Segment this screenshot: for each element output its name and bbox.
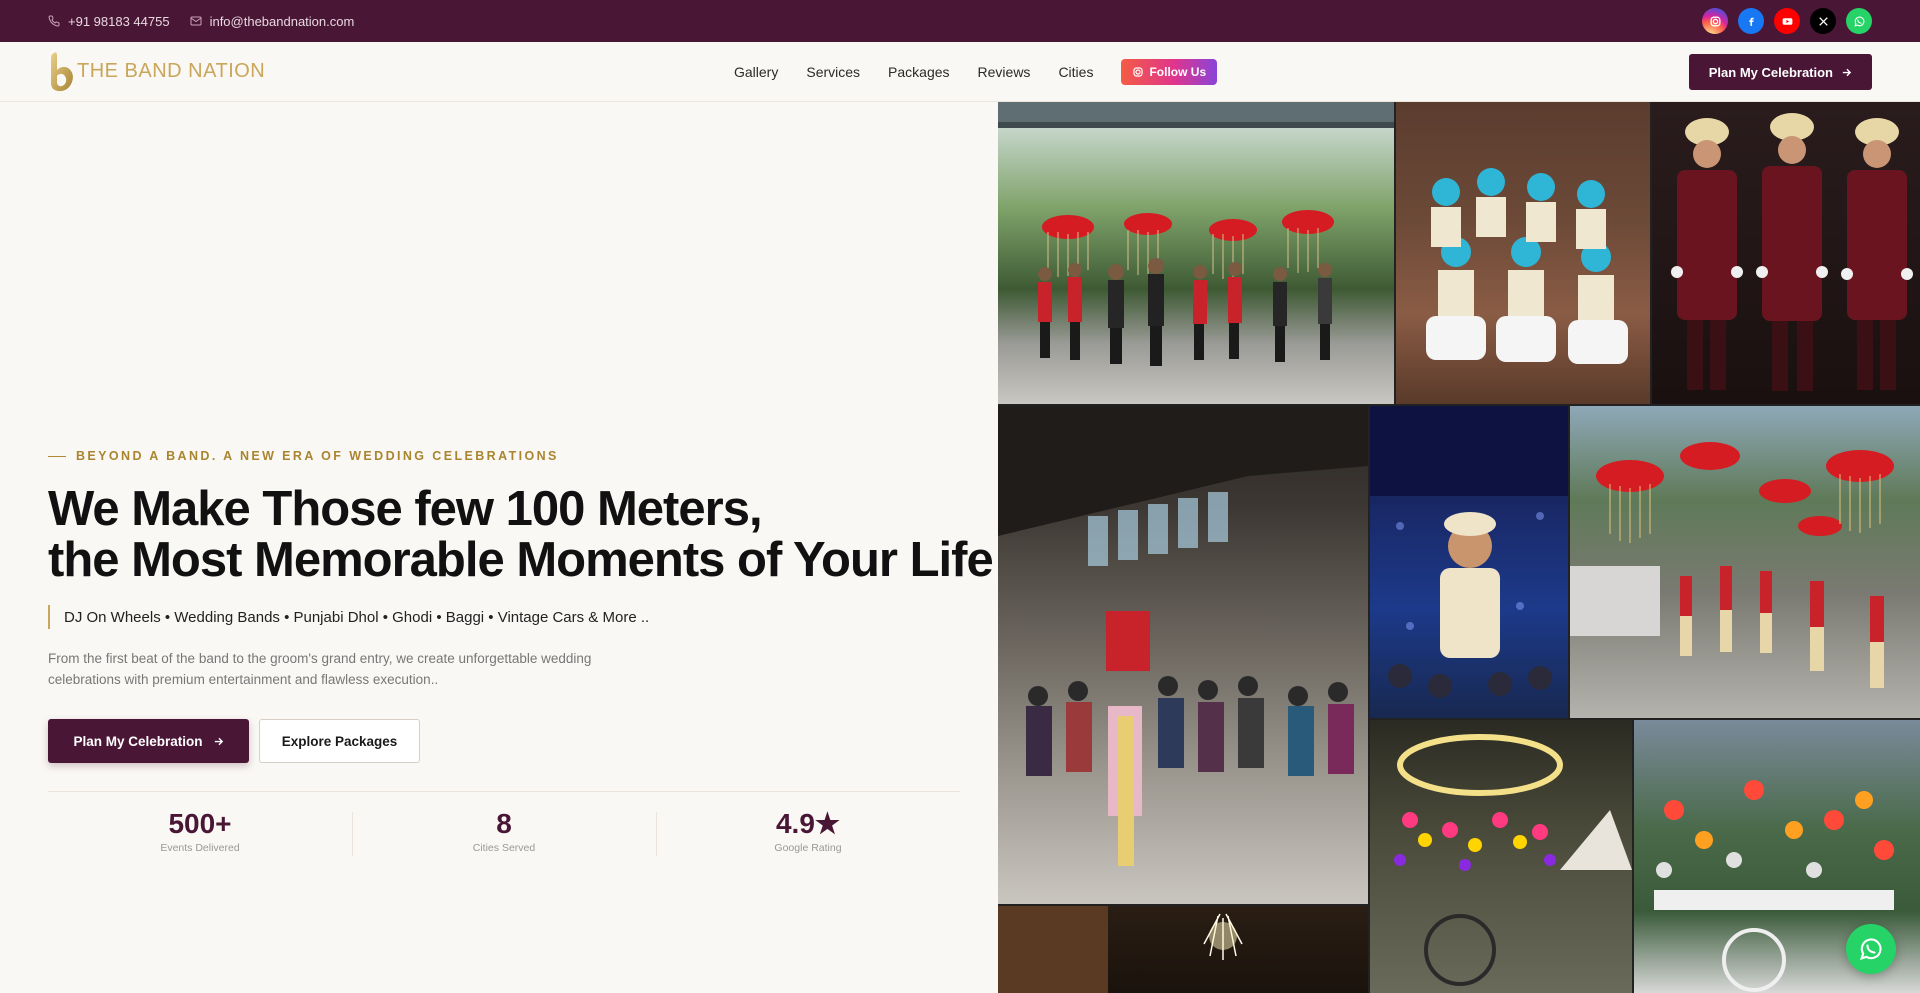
explore-packages-button[interactable]: Explore Packages [259,719,420,763]
nav-link-cities[interactable]: Cities [1058,64,1093,80]
photo-flower-cart [1370,720,1632,993]
main-navbar: THE BAND NATION Gallery Services Package… [0,42,1920,102]
logo-mark-icon [51,51,73,91]
photo-entrance-crowd [998,406,1368,904]
social-links [1702,8,1872,34]
brand-logo[interactable]: THE BAND NATION [48,50,265,94]
instagram-icon [1710,16,1720,26]
phone-contact[interactable]: +91 98183 44755 [48,14,170,29]
stats-row: 500+ Events Delivered 8 Cities Served 4.… [48,808,960,856]
stat-label: Events Delivered [160,842,240,854]
follow-us-button[interactable]: Follow Us [1121,59,1218,85]
stat-cities: 8 Cities Served [352,808,656,856]
photo-maroon-sherwanis [1652,102,1920,404]
email-contact[interactable]: info@thebandnation.com [190,13,355,29]
stat-label: Google Rating [774,842,842,854]
stat-rating: 4.9★ Google Rating [656,808,960,856]
youtube-icon [1782,17,1792,25]
youtube-link[interactable] [1774,8,1800,34]
phone-number: +91 98183 44755 [68,13,170,29]
nav-link-services[interactable]: Services [806,64,860,80]
headline-line-2: the Most Memorable Moments of Your Life [48,533,994,587]
photo-collage [998,102,1920,993]
top-bar: +91 98183 44755 info@thebandnation.com [0,0,1920,42]
photo-fireworks [998,906,1368,993]
logo-text: THE BAND NATION [77,60,266,82]
headline-line-1: We Make Those few 100 Meters, [48,482,763,536]
photo-umbrella-walkway [1570,406,1920,718]
mail-icon [190,16,202,26]
photo-seated-group [1396,102,1650,404]
x-icon [1818,16,1828,26]
whatsapp-icon [1860,938,1882,960]
hero-description: From the first beat of the band to the g… [48,651,592,687]
photo-garden-procession [998,102,1394,404]
nav-link-packages[interactable]: Packages [888,64,949,80]
stat-value: 4.9★ [775,808,841,839]
hero-eyebrow: BEYOND A BAND. A NEW ERA OF WEDDING CELE… [48,449,559,463]
phone-icon [48,15,60,27]
plan-celebration-label: Plan My Celebration [73,733,203,749]
stat-label: Cities Served [472,842,536,854]
arrow-right-icon [1842,68,1852,76]
whatsapp-float-button[interactable] [1846,924,1896,974]
plan-celebration-nav-label: Plan My Celebration [1708,64,1833,80]
photo-groom-stage [1370,406,1568,718]
facebook-icon [1748,17,1754,26]
plan-celebration-nav-button[interactable]: Plan My Celebration [1688,54,1872,90]
stat-value: 500+ [168,808,232,839]
email-address: info@thebandnation.com [209,13,355,29]
instagram-icon [1133,67,1144,77]
x-link[interactable] [1810,8,1836,34]
facebook-link[interactable] [1738,8,1764,34]
eyebrow-divider [48,455,66,457]
hero-headline: We Make Those few 100 Meters, the Most M… [48,482,994,587]
follow-us-label: Follow Us [1149,65,1207,79]
stat-events: 500+ Events Delivered [48,808,352,854]
stat-value: 8 [496,808,512,839]
arrow-right-icon [214,737,223,745]
nav-links: Gallery Services Packages Reviews Cities… [734,42,1218,102]
instagram-link[interactable] [1702,8,1728,34]
plan-celebration-button[interactable]: Plan My Celebration [48,719,249,763]
whatsapp-link[interactable] [1846,8,1872,34]
stats-divider [48,791,960,792]
nav-link-gallery[interactable]: Gallery [734,64,778,80]
explore-packages-label: Explore Packages [281,733,398,749]
whatsapp-icon [1853,16,1864,27]
services-tagline: DJ On Wheels • Wedding Bands • Punjabi D… [48,605,649,629]
eyebrow-text: BEYOND A BAND. A NEW ERA OF WEDDING CELE… [76,449,559,463]
contact-info: +91 98183 44755 info@thebandnation.com [48,14,354,29]
nav-link-reviews[interactable]: Reviews [978,64,1031,80]
